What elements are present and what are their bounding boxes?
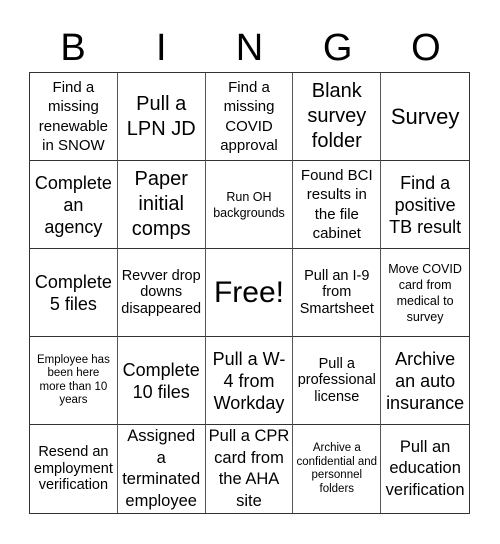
cell-text: Find a positive TB result (389, 172, 462, 237)
bingo-header: B I N G O (29, 24, 470, 72)
cell-text: Pull an I-9 from Smartsheet (299, 267, 374, 317)
header-letter-o: O (411, 27, 441, 69)
cell-text: Move COVID card from medical to survey (388, 261, 462, 324)
bingo-cell[interactable]: Find a missing COVID approval (205, 73, 294, 161)
bingo-cell[interactable]: Complete 10 files (117, 337, 206, 425)
cell-text: Pull a W-4 from Workday (212, 348, 286, 413)
cell-text: Blank survey folder (307, 80, 367, 152)
bingo-cell[interactable]: Resend an employment verification (30, 425, 118, 513)
header-letter-n: N (235, 27, 264, 69)
cell-text: Resend an employment verification (33, 444, 113, 494)
cell-text: Run OH backgrounds (213, 189, 285, 220)
cell-text: Find a missing COVID approval (220, 78, 278, 155)
bingo-cell[interactable]: Found BCI results in the file cabinet (293, 161, 382, 249)
cell-text: Pull a CPR card from the AHA site (208, 427, 290, 510)
free-space-text: Free! (213, 275, 284, 309)
bingo-cell[interactable]: Blank survey folder (293, 73, 382, 161)
bingo-cell[interactable]: Pull a CPR card from the AHA site (206, 425, 294, 513)
bingo-cell[interactable]: Archive a confidential and personnel fol… (293, 425, 382, 513)
bingo-cell[interactable]: Archive an auto insurance (381, 337, 469, 425)
bingo-cell[interactable]: Move COVID card from medical to survey (381, 249, 469, 337)
header-letter-b: B (60, 27, 86, 69)
bingo-cell[interactable]: Pull an education verification (381, 425, 469, 513)
bingo-cell[interactable]: Pull an I-9 from Smartsheet (293, 249, 382, 337)
cell-text: Employee has been here more than 10 year… (36, 353, 110, 407)
cell-text: Find a missing renewable in SNOW (38, 78, 108, 155)
cell-text: Pull a LPN JD (126, 92, 196, 140)
bingo-cell[interactable]: Employee has been here more than 10 year… (30, 337, 118, 425)
bingo-cell[interactable]: Find a positive TB result (381, 161, 469, 249)
bingo-cell[interactable]: Find a missing renewable in SNOW (30, 73, 118, 161)
bingo-cell[interactable]: Complete an agency (30, 161, 118, 249)
cell-text: Complete 5 files (34, 271, 112, 314)
cell-text: Paper initial comps (131, 168, 191, 240)
bingo-cell[interactable]: Run OH backgrounds (205, 161, 294, 249)
bingo-cell[interactable]: Pull a W-4 from Workday (205, 337, 294, 425)
cell-text: Found BCI results in the file cabinet (300, 166, 373, 243)
header-letter-i: I (156, 27, 167, 69)
bingo-cell[interactable]: Assigned a terminated employee (118, 425, 206, 513)
cell-text: Complete 10 files (122, 359, 200, 402)
cell-text: Revver drop downs disappeared (121, 267, 202, 317)
free-space-cell[interactable]: Free! (205, 249, 294, 337)
cell-text: Assigned a terminated employee (122, 427, 201, 510)
cell-text: Archive an auto insurance (386, 348, 465, 413)
bingo-cell[interactable]: Complete 5 files (30, 249, 118, 337)
header-letter-g: G (322, 27, 353, 69)
bingo-cell[interactable]: Survey (381, 73, 469, 161)
cell-text: Survey (390, 103, 460, 129)
cell-text: Pull a professional license (297, 355, 376, 405)
bingo-cell[interactable]: Paper initial comps (117, 161, 206, 249)
bingo-cell[interactable]: Revver drop downs disappeared (117, 249, 206, 337)
cell-text: Archive a confidential and personnel fol… (296, 442, 378, 495)
bingo-board: Find a missing renewable in SNOW Pull a … (29, 72, 470, 514)
bingo-cell[interactable]: Pull a LPN JD (117, 73, 206, 161)
cell-text: Complete an agency (34, 172, 112, 237)
bingo-cell[interactable]: Pull a professional license (293, 337, 382, 425)
cell-text: Pull an education verification (385, 437, 465, 499)
